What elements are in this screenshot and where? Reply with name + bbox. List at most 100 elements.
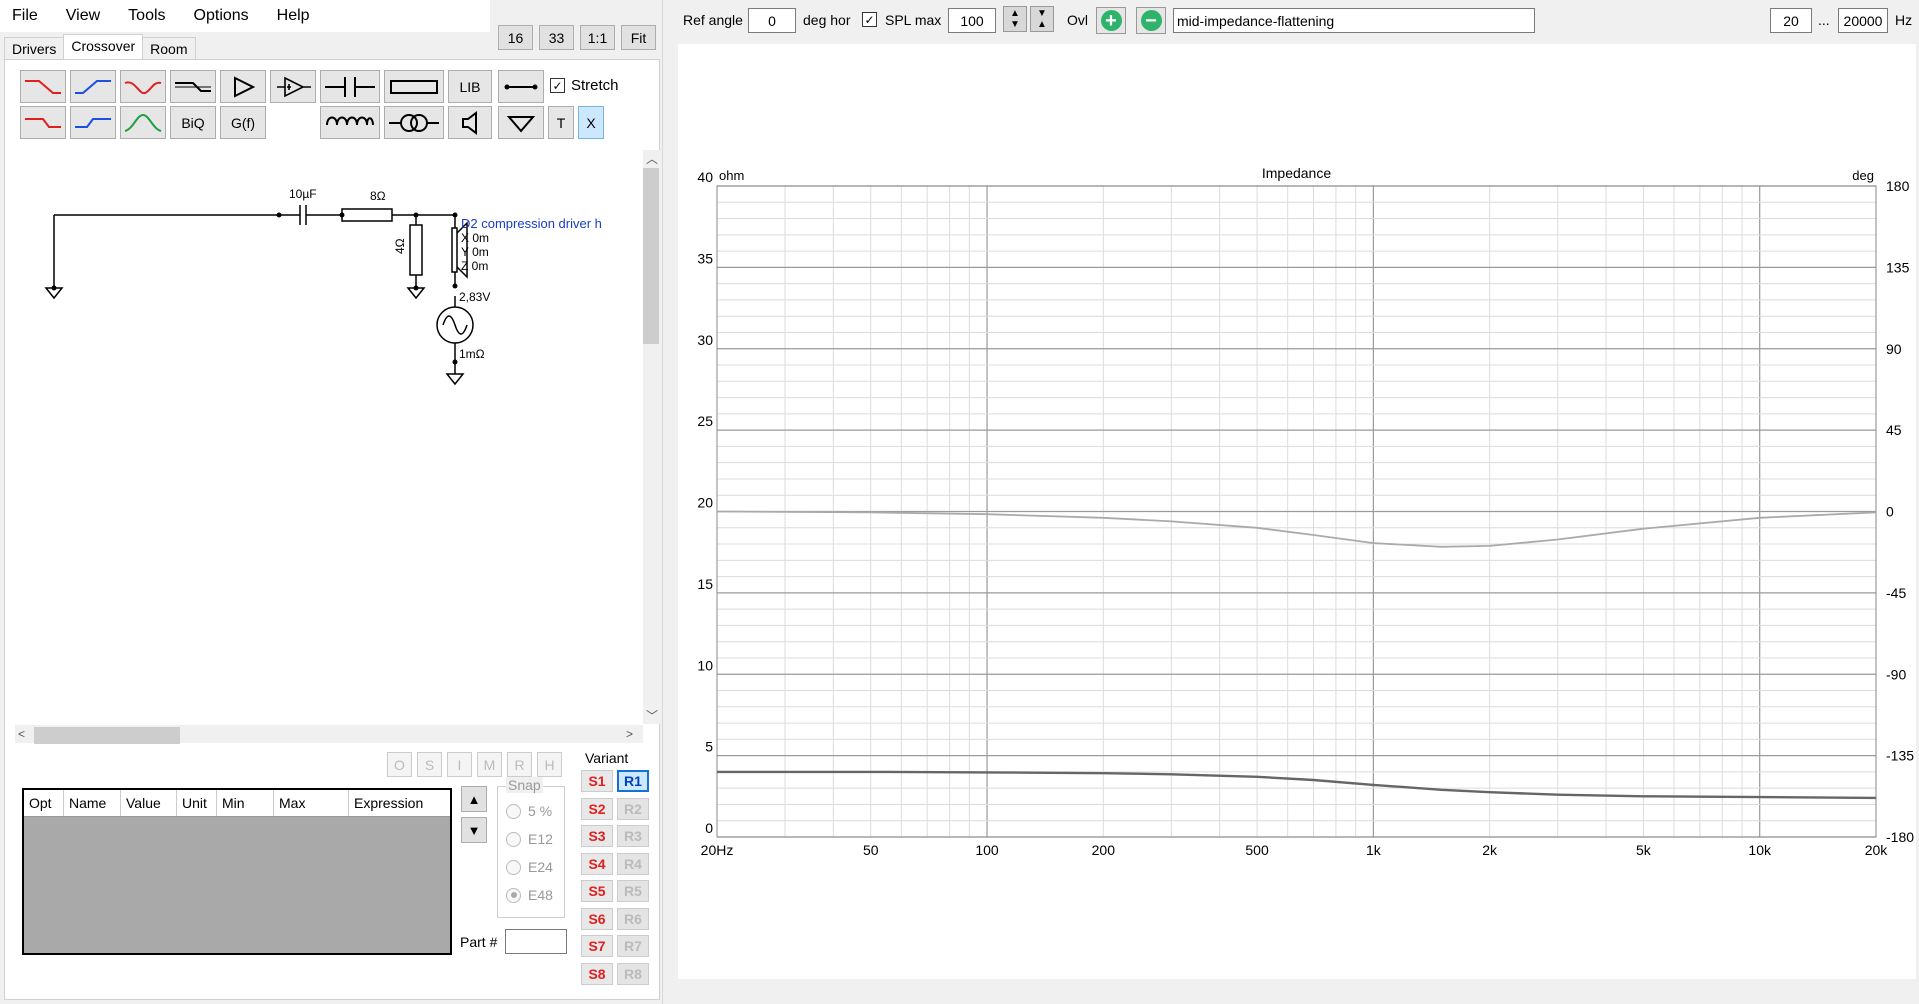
variant-s6-button[interactable]: S6 <box>581 907 613 930</box>
col-unit[interactable]: Unit <box>177 790 217 816</box>
lowpass-red-2-button[interactable] <box>20 106 66 139</box>
variant-s8-button[interactable]: S8 <box>581 962 613 985</box>
spl-spin-button[interactable]: ▲ ▼ <box>1003 6 1027 32</box>
variant-s7-button[interactable]: S7 <box>581 935 613 957</box>
overlay-name-input[interactable]: mid-impedance-flattening <box>1173 8 1535 33</box>
variant-r3-button[interactable]: R3 <box>617 825 649 847</box>
driver-x-label: X 0m <box>461 231 489 245</box>
lowpass-red-button[interactable] <box>20 70 66 103</box>
updown-icon: ▲ ▼ <box>1010 8 1020 30</box>
snap-e24-radio[interactable]: E24 <box>506 859 553 875</box>
menu-help[interactable]: Help <box>277 7 310 25</box>
text-button[interactable]: T <box>548 106 574 139</box>
notch-red-button[interactable] <box>120 70 166 103</box>
variant-r1-button[interactable]: R1 <box>617 770 649 792</box>
variant-r6-button[interactable]: R6 <box>617 907 649 930</box>
freq-min-input[interactable]: 20 <box>1770 8 1812 33</box>
freq-max-input[interactable]: 20000 <box>1838 8 1888 33</box>
zoom-fit-button[interactable]: Fit <box>621 25 656 50</box>
scroll-left-icon[interactable]: < <box>18 727 25 741</box>
capacitor-button[interactable] <box>320 70 380 103</box>
variant-s2-button[interactable]: S2 <box>581 797 613 820</box>
close-x-button[interactable]: X <box>578 106 604 139</box>
col-expression[interactable]: Expression <box>349 790 450 816</box>
menu-view[interactable]: View <box>66 7 100 25</box>
collapse-icon: ▼ ▲ <box>1037 8 1047 30</box>
variant-r4-button[interactable]: R4 <box>617 852 649 875</box>
left-unit-label: ohm <box>719 168 744 183</box>
opt-h-button[interactable]: H <box>537 752 562 777</box>
scroll-up-icon[interactable]: ︿ <box>646 150 658 167</box>
variant-r7-button[interactable]: R7 <box>617 935 649 957</box>
impedance-plot[interactable]: Impedance ohm deg 0 5 10 15 20 25 30 35 40 -180 -135 -… <box>678 44 1916 979</box>
highpass-blue-button[interactable] <box>70 70 116 103</box>
col-max[interactable]: Max <box>274 790 349 816</box>
opt-s-button[interactable]: S <box>417 752 442 777</box>
col-min[interactable]: Min <box>217 790 274 816</box>
menu-options[interactable]: Options <box>194 7 249 25</box>
resistor-button[interactable] <box>384 70 444 103</box>
menu-tools[interactable]: Tools <box>128 7 165 25</box>
variant-s1-button[interactable]: S1 <box>581 770 613 792</box>
snap-e48-radio[interactable]: E48 <box>506 887 553 903</box>
opt-o-button[interactable]: O <box>387 752 412 777</box>
opt-i-button[interactable]: I <box>447 752 472 777</box>
variant-r2-button[interactable]: R2 <box>617 797 649 820</box>
part-number-input[interactable] <box>505 929 567 954</box>
triangle-up-icon: ▲ <box>467 791 481 807</box>
variant-s4-button[interactable]: S4 <box>581 852 613 875</box>
variant-s5-button[interactable]: S5 <box>581 880 613 902</box>
shelf-icon <box>175 81 211 92</box>
ref-angle-label: Ref angle <box>683 12 743 28</box>
spl-max-checkbox[interactable]: ✓ <box>862 12 877 27</box>
variant-r5-button[interactable]: R5 <box>617 880 649 902</box>
speaker-button[interactable] <box>448 106 492 139</box>
zoom-1to1-button[interactable]: 1:1 <box>580 25 615 50</box>
y-tick-label: 0 <box>705 820 713 836</box>
remove-overlay-button[interactable]: − <box>1136 7 1166 34</box>
zoom-33-button[interactable]: 33 <box>539 25 574 50</box>
y-tick-label: 30 <box>697 332 713 348</box>
spl-reset-button[interactable]: ▼ ▲ <box>1030 6 1054 32</box>
ref-angle-input[interactable]: 0 <box>748 8 796 33</box>
horizontal-scroll-thumb[interactable] <box>34 727 180 744</box>
variant-s3-button[interactable]: S3 <box>581 825 613 847</box>
move-up-button[interactable]: ▲ <box>461 786 487 812</box>
vertical-scroll-thumb[interactable] <box>643 168 659 344</box>
parameter-table[interactable]: Opt Name Value Unit Min Max Expression <box>22 788 452 955</box>
scroll-right-icon[interactable]: > <box>626 727 633 741</box>
inductor-button[interactable] <box>320 106 380 139</box>
menu-file[interactable]: File <box>12 7 38 25</box>
snap-5pct-radio[interactable]: 5 % <box>506 803 552 819</box>
library-button[interactable]: LIB <box>448 70 492 103</box>
tab-crossover[interactable]: Crossover <box>63 34 144 60</box>
snap-e12-radio[interactable]: E12 <box>506 831 553 847</box>
amplifier-button[interactable] <box>220 70 266 103</box>
col-name[interactable]: Name <box>64 790 121 816</box>
biquad-button[interactable]: BiQ <box>170 106 216 139</box>
spl-max-input[interactable]: 100 <box>948 8 996 33</box>
col-value[interactable]: Value <box>121 790 177 816</box>
tab-drivers[interactable]: Drivers <box>4 37 65 60</box>
chart-toolbar: Ref angle 0 deg hor ✓ SPL max 100 ▲ ▼ ▼ ▲ … <box>663 0 1919 40</box>
transformer-button[interactable] <box>384 106 444 139</box>
variant-r8-button[interactable]: R8 <box>617 962 649 985</box>
shelf-button[interactable] <box>170 70 216 103</box>
highpass-blue-2-button[interactable] <box>70 106 116 139</box>
tab-room[interactable]: Room <box>142 37 196 60</box>
stretch-checkbox[interactable]: ✓ <box>550 78 565 93</box>
ground-button[interactable] <box>498 106 544 139</box>
col-opt[interactable]: Opt <box>24 790 64 816</box>
add-overlay-button[interactable]: + <box>1096 7 1126 34</box>
opt-m-button[interactable]: M <box>477 752 502 777</box>
opamp-button[interactable] <box>270 70 316 103</box>
opt-r-button[interactable]: R <box>507 752 532 777</box>
schematic-canvas[interactable]: 10µF 8Ω 4Ω D2 compression driver h X 0m … <box>15 150 643 724</box>
transfer-function-button[interactable]: G(f) <box>220 106 266 139</box>
move-down-button[interactable]: ▼ <box>461 817 487 843</box>
wire-button[interactable] <box>498 70 544 103</box>
bandpass-green-button[interactable] <box>120 106 166 139</box>
stretch-toggle[interactable]: ✓ Stretch <box>550 77 619 94</box>
scroll-down-icon[interactable]: ﹀ <box>646 707 658 724</box>
zoom-16-button[interactable]: 16 <box>498 25 533 50</box>
